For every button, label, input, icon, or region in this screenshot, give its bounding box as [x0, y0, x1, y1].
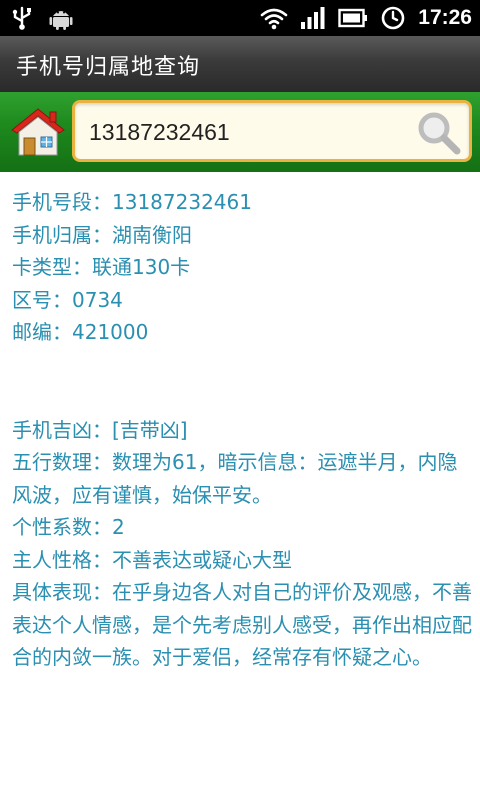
- status-bar: 17:26: [0, 0, 480, 36]
- page-title: 手机号归属地查询: [16, 55, 201, 80]
- postcode-info: 邮编：421000: [12, 320, 149, 344]
- wuxing-info: 五行数理：数理为61，暗示信息：运遮半月，内隐风波，应有谨慎，始保平安。: [12, 450, 458, 507]
- android-debug-icon: [48, 5, 74, 31]
- alarm-icon: [380, 5, 406, 31]
- home-button[interactable]: [10, 106, 66, 158]
- search-bar: [0, 92, 480, 172]
- location-info: 手机归属：湖南衡阳: [12, 222, 192, 247]
- search-button[interactable]: [415, 109, 461, 155]
- card-type-info: 卡类型：联通130卡: [12, 255, 191, 279]
- usb-icon: [10, 5, 34, 31]
- signal-icon: [300, 6, 326, 30]
- phone-number-input[interactable]: [87, 111, 401, 153]
- character-info: 主人性格：不善表达或疑心大型: [12, 547, 292, 572]
- title-bar: 手机号归属地查询: [0, 36, 480, 93]
- status-time: 17:26: [418, 6, 472, 29]
- personality-index-info: 个性系数：2: [12, 515, 125, 539]
- area-code-info: 区号：0734: [12, 287, 123, 312]
- battery-icon: [338, 7, 368, 29]
- search-box: [72, 100, 472, 162]
- segment-info: 手机号段：13187232461: [12, 190, 252, 214]
- behavior-info: 具体表现：在乎身边各人对自己的评价及观感，不善表达个人情感，是个先考虑别人感受，…: [12, 580, 472, 669]
- wifi-icon: [260, 6, 288, 30]
- luck-info: 手机吉凶：[吉带凶]: [12, 417, 188, 442]
- result-content: 手机号段：13187232461 手机归属：湖南衡阳 卡类型：联通130卡 区号…: [12, 186, 472, 674]
- home-icon: [11, 108, 65, 156]
- search-icon: [418, 112, 461, 155]
